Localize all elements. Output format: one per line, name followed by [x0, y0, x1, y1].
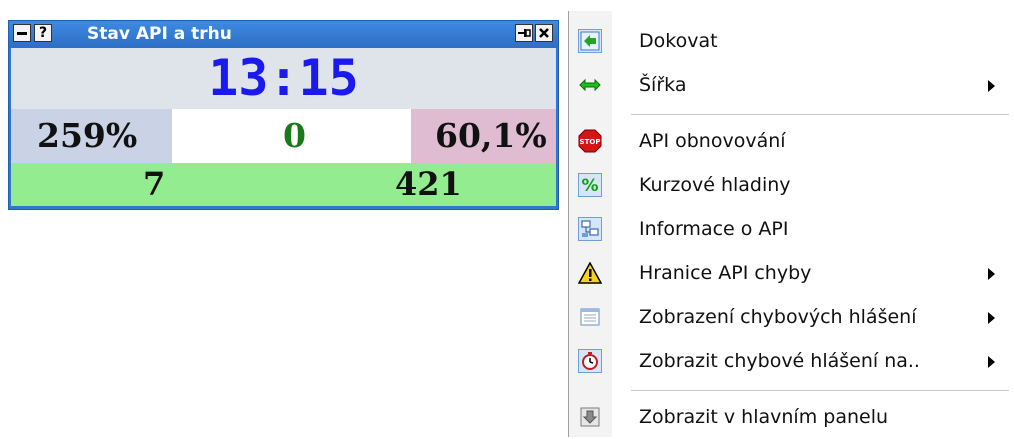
pin-icon[interactable]: [515, 24, 533, 42]
menu-separator: [631, 390, 1009, 391]
submenu-arrow-icon: [988, 356, 995, 368]
right-stat-cell: 60,1%: [411, 109, 556, 163]
minimize-icon[interactable]: [13, 24, 31, 42]
menu-item-zobrazit-chybove-hlaseni-na[interactable]: Zobrazit chybové hlášení na..: [570, 339, 1014, 383]
menu-item-label: Zobrazit chybové hlášení na..: [639, 350, 920, 372]
bottom-left-value: 7: [143, 165, 166, 203]
svg-text:STOP: STOP: [580, 138, 601, 146]
menu-item-hranice-api-chyby[interactable]: Hranice API chyby: [570, 251, 1014, 295]
stats-row: 259% 0 60,1%: [11, 109, 556, 163]
menu-item-api-obnovovani[interactable]: STOP API obnovování: [570, 119, 1014, 163]
widget-title-bar[interactable]: ? Stav API a trhu: [9, 21, 558, 48]
percent-icon: %: [578, 173, 602, 197]
menu-item-label: Kurzové hladiny: [639, 174, 791, 196]
menu-item-kurzove-hladiny[interactable]: % Kurzové hladiny: [570, 163, 1014, 207]
clock-time: 13:15: [208, 49, 359, 107]
menu-item-label: Dokovat: [639, 30, 718, 52]
left-stat-value: 259%: [37, 116, 138, 155]
menu-item-label: Zobrazení chybových hlášení: [639, 306, 917, 328]
context-menu: Dokovat Šířka STOP API obnovování % Kurz…: [568, 11, 1014, 437]
menu-item-informace-o-api[interactable]: Informace o API: [570, 207, 1014, 251]
menu-item-label: Šířka: [639, 74, 687, 96]
menu-item-zobrazit-v-hlavnim-panelu[interactable]: Zobrazit v hlavním panelu: [570, 395, 1014, 439]
down-arrow-icon: [578, 405, 602, 429]
stop-sign-icon: STOP: [578, 129, 602, 153]
menu-item-label: API obnovování: [639, 130, 786, 152]
warning-icon: [578, 261, 602, 285]
svg-text:%: %: [581, 176, 598, 195]
close-icon[interactable]: [535, 24, 553, 42]
menu-item-sirka[interactable]: Šířka: [570, 63, 1014, 107]
right-stat-value: 60,1%: [435, 116, 547, 155]
menu-item-label: Zobrazit v hlavním panelu: [639, 406, 889, 428]
submenu-arrow-icon: [988, 80, 995, 92]
menu-item-zobrazeni-chybovych-hlaseni[interactable]: Zobrazení chybových hlášení: [570, 295, 1014, 339]
network-info-icon: [578, 217, 602, 241]
widget-body: 13:15 259% 0 60,1% 7 421: [11, 48, 556, 206]
menu-item-label: Hranice API chyby: [639, 262, 812, 284]
stopwatch-icon: [578, 349, 602, 373]
center-stat-value: 0: [283, 116, 306, 155]
submenu-arrow-icon: [988, 268, 995, 280]
menu-item-dokovat[interactable]: Dokovat: [570, 19, 1014, 63]
bottom-row: 7 421: [11, 163, 556, 206]
widget-title: Stav API a trhu: [87, 24, 232, 44]
menu-item-label: Informace o API: [639, 218, 789, 240]
left-stat-cell: 259%: [11, 109, 172, 163]
dock-icon: [578, 29, 602, 53]
status-widget-window: ? Stav API a trhu 13:15 259% 0 60,1% 7 4…: [8, 20, 559, 210]
submenu-arrow-icon: [988, 312, 995, 324]
bottom-right-value: 421: [395, 165, 462, 203]
width-arrows-icon: [578, 73, 602, 97]
menu-separator: [631, 114, 1009, 115]
help-icon[interactable]: ?: [34, 24, 52, 42]
table-icon: [578, 305, 602, 329]
